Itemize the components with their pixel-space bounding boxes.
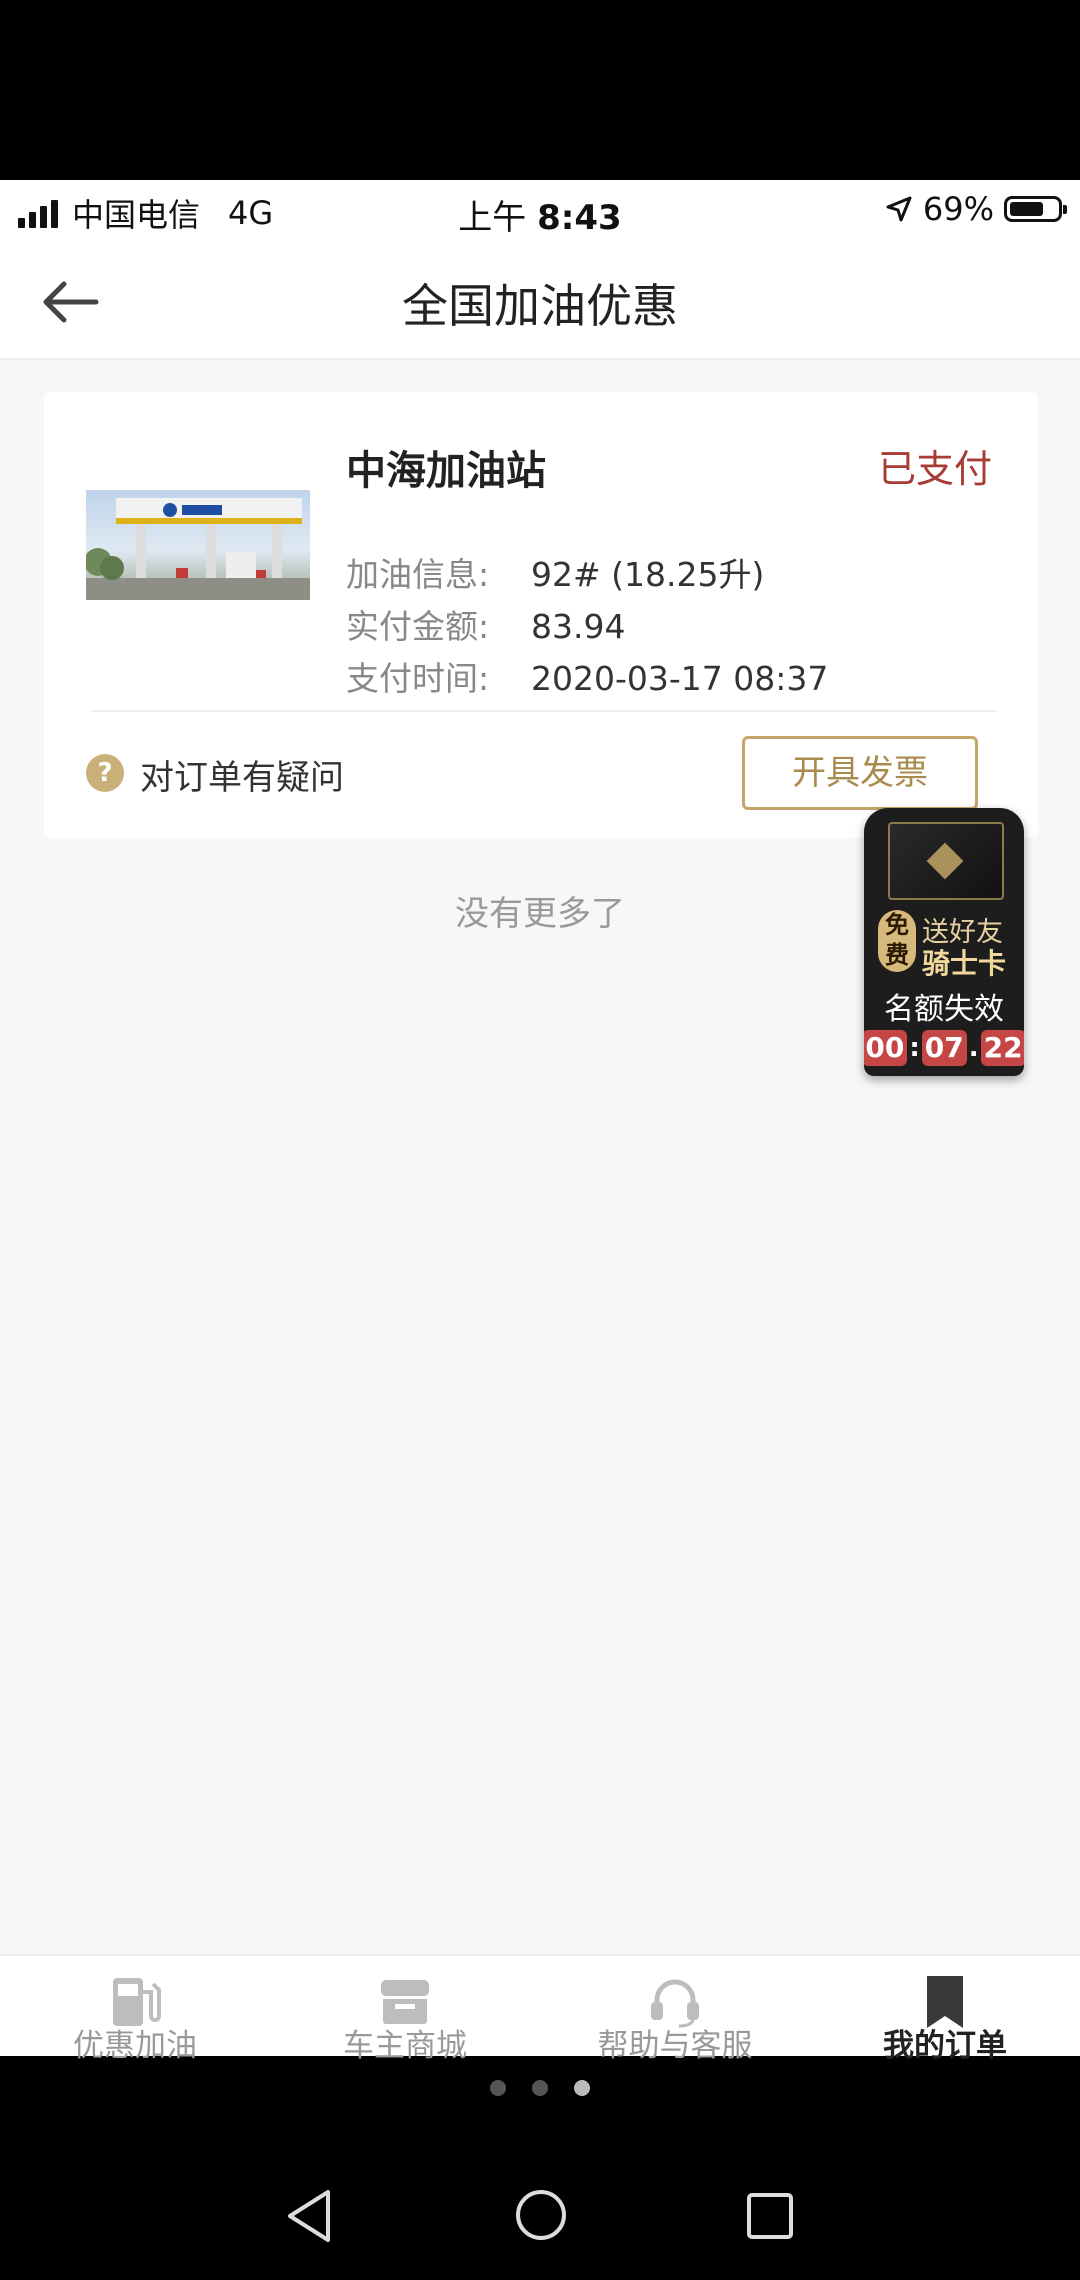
page-indicator: [0, 2080, 1080, 2096]
tab-label: 优惠加油: [73, 2028, 197, 2064]
page-dot: [490, 2080, 506, 2096]
fuel-info-value: 92# (18.25升): [531, 555, 765, 594]
question-icon[interactable]: ?: [86, 754, 124, 792]
nav-recents-icon[interactable]: [746, 2192, 794, 2240]
clock-time: 8:43: [537, 198, 622, 238]
fuel-info-row: 加油信息: 92# (18.25升): [346, 548, 764, 596]
pay-time-value: 2020-03-17 08:37: [531, 659, 829, 698]
countdown-hours: 00: [864, 1030, 908, 1066]
nav-bar: 全国加油优惠: [0, 242, 1080, 360]
free-badge: 免费: [878, 910, 916, 972]
page-title: 全国加油优惠: [402, 279, 678, 333]
amount-value: 83.94: [531, 607, 626, 646]
promo-line2: 骑士卡: [922, 947, 1007, 980]
pay-time-row: 支付时间: 2020-03-17 08:37: [346, 652, 828, 700]
fuel-info-label: 加油信息:: [346, 555, 490, 594]
knight-card-promo[interactable]: 免费 送好友 骑士卡 名额失效 00 : 07 . 22: [864, 808, 1024, 1076]
tab-label: 我的订单: [883, 2028, 1007, 2064]
tab-my-orders[interactable]: 我的订单: [810, 1956, 1080, 2064]
battery-percent: 69%: [922, 190, 994, 228]
order-question-link[interactable]: 对订单有疑问: [140, 750, 344, 799]
station-thumbnail: [86, 490, 310, 600]
payment-status-badge: 已支付: [877, 447, 992, 491]
order-card[interactable]: 中海加油站 已支付 加油信息: 92# (18.25升) 实付金额: 83.94 支…: [44, 392, 1038, 838]
countdown-seconds: 22: [980, 1030, 1024, 1066]
status-bar: 中国电信 4G 上午 8:43 69%: [0, 180, 1080, 242]
nav-home-icon[interactable]: [514, 2188, 568, 2242]
page-dot: [574, 2080, 590, 2096]
station-name: 中海加油站: [346, 448, 546, 494]
status-right: 69%: [885, 190, 1067, 228]
system-nav-bar: [0, 2098, 1080, 2280]
tab-store[interactable]: 车主商城: [270, 1956, 540, 2064]
issue-invoice-button[interactable]: 开具发票: [742, 736, 978, 810]
countdown-timer: 00 : 07 . 22: [864, 1030, 1024, 1066]
bottom-tab-bar: 优惠加油 车主商城 帮助与客服 我的订单: [0, 1954, 1080, 2064]
amount-label: 实付金额:: [346, 607, 490, 646]
nav-back-icon[interactable]: [284, 2188, 336, 2244]
tab-label: 车主商城: [343, 2028, 467, 2064]
order-list: 中海加油站 已支付 加油信息: 92# (18.25升) 实付金额: 83.94 支…: [0, 360, 1080, 1954]
tab-fuel-discount[interactable]: 优惠加油: [0, 1956, 270, 2064]
location-arrow-icon: [886, 196, 912, 222]
clock-prefix: 上午: [458, 198, 527, 238]
pay-time-label: 支付时间:: [346, 659, 490, 698]
top-black-bar: [0, 0, 1080, 180]
tab-help[interactable]: 帮助与客服: [540, 1956, 810, 2064]
black-card-image: [888, 822, 1004, 900]
tab-label: 帮助与客服: [597, 2028, 753, 2064]
amount-row: 实付金额: 83.94: [346, 600, 625, 648]
page-dot: [532, 2080, 548, 2096]
battery-icon: [1004, 196, 1067, 222]
promo-expire-text: 名额失效: [884, 992, 1004, 1027]
card-divider: [92, 710, 996, 712]
countdown-minutes: 07: [921, 1030, 967, 1066]
